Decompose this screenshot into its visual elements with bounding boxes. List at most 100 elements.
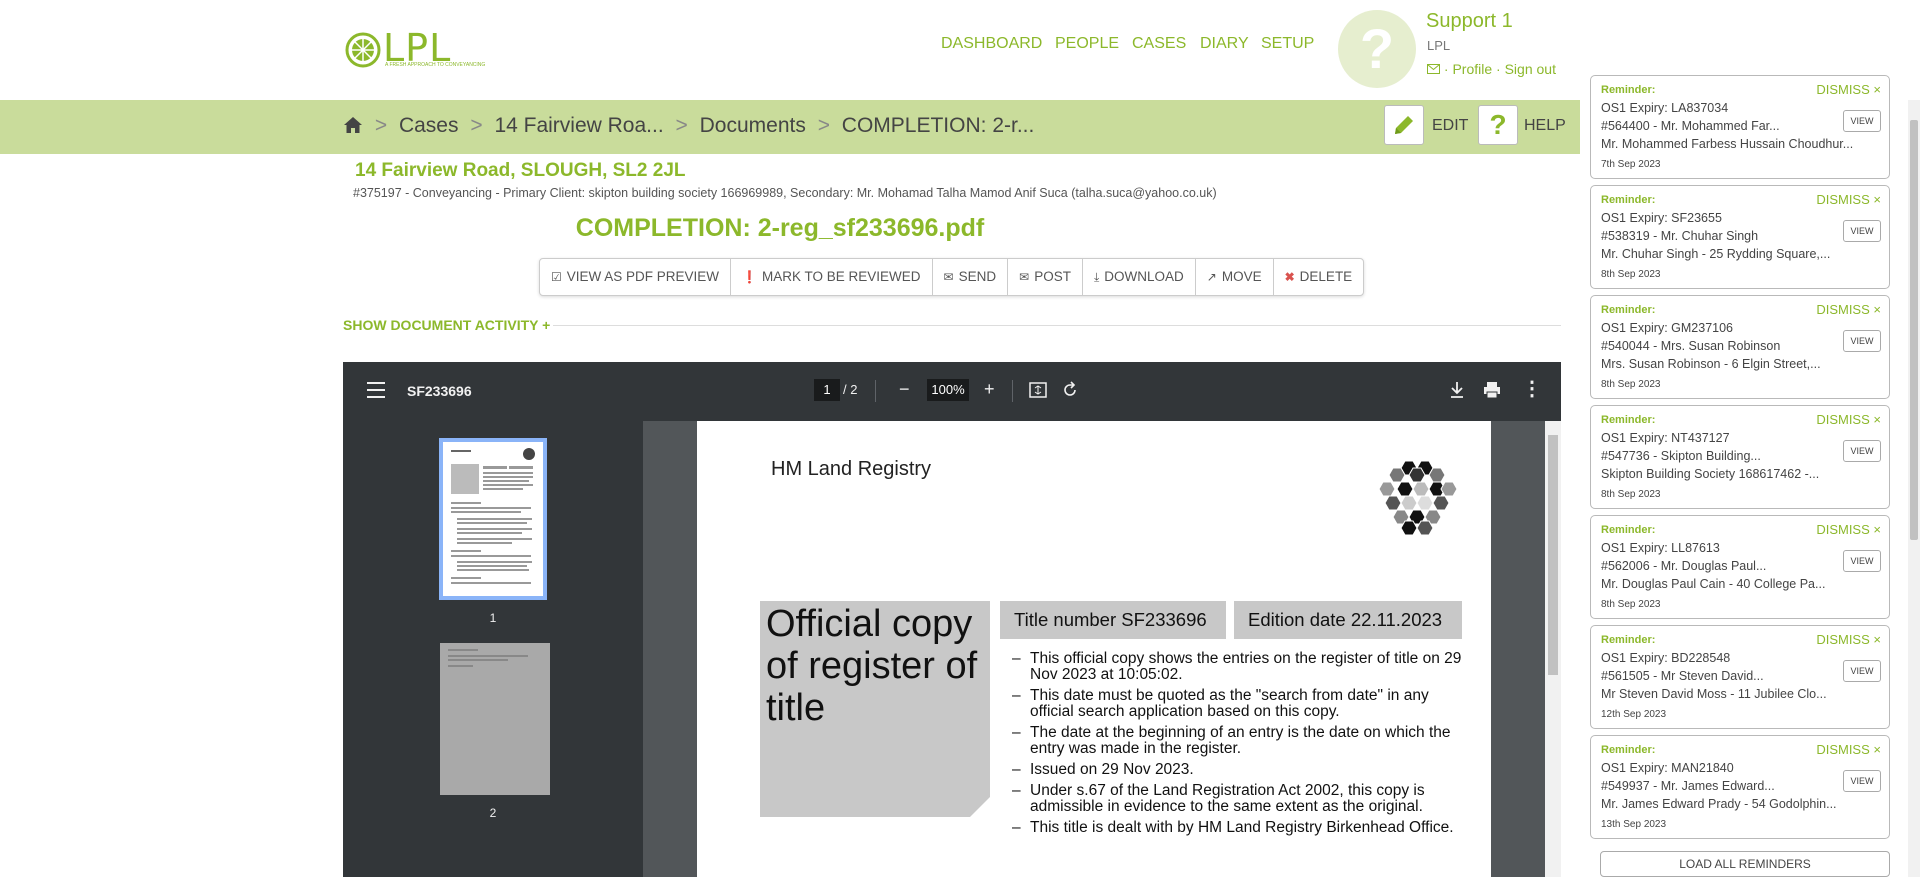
nav-dashboard[interactable]: DASHBOARD — [941, 35, 1042, 53]
nav-setup[interactable]: SETUP — [1261, 35, 1314, 53]
download-button[interactable]: ⤓ DOWNLOAD — [1083, 259, 1196, 295]
user-name: Support 1 — [1426, 10, 1513, 32]
edition-date-box: Edition date 22.11.2023 — [1234, 601, 1462, 639]
download-icon: ⤓ — [1093, 270, 1100, 284]
show-activity-link[interactable]: SHOW DOCUMENT ACTIVITY + — [343, 317, 550, 333]
breadcrumb-case[interactable]: 14 Fairview Roa... — [494, 114, 663, 137]
delete-button[interactable]: ✖ DELETE — [1274, 259, 1364, 295]
reminders-scrollbar[interactable] — [1908, 100, 1920, 877]
reminder-subject: OS1 Expiry: LA837034 — [1601, 101, 1729, 115]
reminder-date: 8th Sep 2023 — [1601, 379, 1661, 390]
reminder-title: Reminder: — [1601, 304, 1656, 316]
fit-page-icon[interactable] — [1029, 381, 1047, 399]
breadcrumb-separator: > — [470, 114, 483, 137]
reminder-date: 7th Sep 2023 — [1601, 159, 1661, 170]
reminder-date: 8th Sep 2023 — [1601, 599, 1661, 610]
dismiss-button[interactable]: DISMISS × — [1816, 302, 1881, 317]
checkbox-icon: ☑ — [551, 270, 562, 284]
mark-review-button[interactable]: ❗ MARK TO BE REVIEWED — [731, 259, 933, 295]
zoom-in-icon[interactable]: + — [984, 378, 995, 400]
dismiss-button[interactable]: DISMISS × — [1816, 192, 1881, 207]
profile-link[interactable]: Profile — [1452, 61, 1492, 77]
pdf-org-name: HM Land Registry — [771, 458, 932, 480]
nav-diary[interactable]: DIARY — [1200, 35, 1249, 53]
reminder-date: 12th Sep 2023 — [1601, 709, 1667, 720]
page-thumbnail[interactable] — [439, 438, 547, 600]
view-pdf-preview-button[interactable]: ☑ VIEW AS PDF PREVIEW — [540, 259, 732, 295]
breadcrumb-separator: > — [675, 114, 688, 137]
thumbnail-sidebar: 1 2 — [343, 421, 643, 877]
viewer-scrollbar[interactable] — [1545, 421, 1561, 877]
list-item: This date must be quoted as the "search … — [1012, 688, 1462, 720]
reminder-subject: OS1 Expiry: SF23655 — [1601, 211, 1722, 225]
breadcrumb-current: COMPLETION: 2-r... — [841, 114, 1035, 137]
reminder-case: #549937 - Mr. James Edward... — [1601, 779, 1775, 793]
signout-link[interactable]: Sign out — [1505, 61, 1556, 77]
reminder-card: Reminder: DISMISS × OS1 Expiry: BD228548… — [1590, 625, 1890, 729]
lpl-logo[interactable]: LPL A FRESH APPROACH TO CONVEYANCING — [345, 26, 486, 72]
post-button[interactable]: ✉ POST — [1008, 259, 1083, 295]
reminder-subject: OS1 Expiry: GM237106 — [1601, 321, 1734, 335]
nav-cases[interactable]: CASES — [1132, 35, 1186, 53]
view-button[interactable]: VIEW — [1843, 770, 1881, 792]
logo-tagline: A FRESH APPROACH TO CONVEYANCING — [385, 62, 486, 68]
view-button[interactable]: VIEW — [1843, 440, 1881, 462]
view-button[interactable]: VIEW — [1843, 220, 1881, 242]
dismiss-button[interactable]: DISMISS × — [1816, 412, 1881, 427]
close-icon: × — [1873, 632, 1881, 647]
zoom-input[interactable]: 100% — [927, 379, 969, 401]
edit-label[interactable]: EDIT — [1432, 117, 1468, 135]
download-icon[interactable] — [1449, 381, 1465, 399]
breadcrumb-documents[interactable]: Documents — [700, 114, 806, 137]
breadcrumb-separator: > — [817, 114, 830, 137]
close-icon: × — [1873, 82, 1881, 97]
envelope-icon: ✉ — [943, 270, 954, 284]
help-button[interactable]: ? — [1478, 105, 1518, 145]
menu-icon[interactable] — [367, 382, 385, 398]
view-button[interactable]: VIEW — [1843, 330, 1881, 352]
rotate-icon[interactable] — [1061, 381, 1079, 399]
dismiss-button[interactable]: DISMISS × — [1816, 742, 1881, 757]
zoom-out-icon[interactable]: − — [899, 378, 910, 400]
envelope-icon[interactable] — [1427, 64, 1440, 74]
nav-people[interactable]: PEOPLE — [1055, 35, 1119, 53]
view-button[interactable]: VIEW — [1843, 660, 1881, 682]
breadcrumb-cases[interactable]: Cases — [399, 114, 459, 137]
document-actions: ☑ VIEW AS PDF PREVIEW ❗ MARK TO BE REVIEWE… — [539, 258, 1365, 296]
viewer-file-name: SF233696 — [407, 383, 472, 399]
dismiss-button[interactable]: DISMISS × — [1816, 82, 1881, 97]
thumbnail-preview — [451, 448, 535, 584]
send-button[interactable]: ✉ SEND — [933, 259, 1009, 295]
avatar[interactable]: ? — [1338, 10, 1416, 88]
official-copy-box: Official copy of register of title — [760, 601, 990, 817]
close-icon: × — [1873, 302, 1881, 317]
title-number-box: Title number SF233696 — [1000, 601, 1226, 639]
dismiss-button[interactable]: DISMISS × — [1816, 522, 1881, 537]
reminder-subject: OS1 Expiry: LL87613 — [1601, 541, 1720, 555]
dismiss-button[interactable]: DISMISS × — [1816, 632, 1881, 647]
load-all-reminders-button[interactable]: LOAD ALL REMINDERS — [1600, 851, 1890, 877]
more-options-icon[interactable]: ⋮ — [1522, 378, 1542, 400]
reminder-case: #547736 - Skipton Building... — [1601, 449, 1761, 463]
home-icon[interactable] — [343, 116, 363, 134]
view-button[interactable]: VIEW — [1843, 550, 1881, 572]
help-label[interactable]: HELP — [1524, 117, 1566, 135]
edit-button[interactable] — [1384, 105, 1424, 145]
reminder-title: Reminder: — [1601, 744, 1656, 756]
page-thumbnail[interactable] — [440, 643, 550, 795]
close-icon: × — [1873, 412, 1881, 427]
lime-logo-icon — [345, 32, 381, 68]
view-button[interactable]: VIEW — [1843, 110, 1881, 132]
reminder-card: Reminder: DISMISS × OS1 Expiry: LA837034… — [1590, 75, 1890, 179]
print-icon[interactable] — [1483, 381, 1501, 399]
official-copy-heading: Official copy of register of title — [766, 603, 978, 729]
close-icon: × — [1873, 742, 1881, 757]
close-icon: ✖ — [1284, 270, 1295, 284]
move-button[interactable]: ↗ MOVE — [1196, 259, 1274, 295]
reminder-subject: OS1 Expiry: BD228548 — [1601, 651, 1731, 665]
case-title[interactable]: 14 Fairview Road, SLOUGH, SL2 2JL — [355, 160, 686, 182]
page-number-input[interactable]: 1 — [814, 379, 840, 401]
reminder-title: Reminder: — [1601, 414, 1656, 426]
reminder-client: Mr. Chuhar Singh - 25 Rydding Square,... — [1601, 247, 1831, 261]
reminder-subject: OS1 Expiry: NT437127 — [1601, 431, 1730, 445]
